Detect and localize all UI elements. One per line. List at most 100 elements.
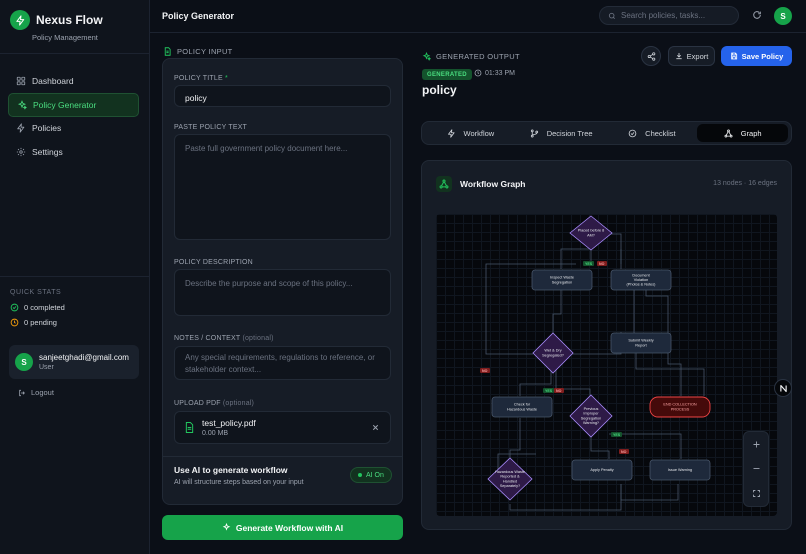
export-button[interactable]: Export [668, 46, 715, 66]
node-inspect-waste[interactable]: Inspect Waste Segregation [531, 269, 593, 291]
graph-svg: YES NO YES NO NO YES NO Placed before 8A… [480, 215, 711, 511]
graph-header: Workflow Graph [436, 176, 526, 192]
svg-text:Inspect WasteSegregation: Inspect Waste Segregation [550, 276, 574, 285]
remove-file-close-icon[interactable] [371, 423, 380, 432]
sidebar-item-dashboard[interactable]: Dashboard [8, 69, 139, 93]
edge-label-text: NO [482, 369, 488, 373]
policy-description-textarea[interactable]: Describe the purpose and scope of this p… [174, 269, 391, 316]
ai-toggle-subtitle: AI will structure steps based on your in… [174, 479, 304, 486]
svg-text:Wet & DrySegregated?: Wet & Dry Segregated? [542, 349, 564, 358]
user-role: User [39, 364, 54, 371]
file-icon [185, 422, 194, 433]
edge [590, 436, 610, 459]
sparkle-icon [17, 99, 27, 110]
edge-label-text: YES [545, 389, 553, 393]
edge [609, 433, 682, 459]
node-decision-placed-before[interactable]: Placed before 8 AM? [569, 215, 613, 251]
sidebar-item-policies[interactable]: Policies [8, 116, 139, 140]
node-end-collection[interactable]: END COLLECTION PROCESS [649, 396, 711, 418]
edge-label-text: NO [621, 450, 627, 454]
generated-output-label: GENERATED OUTPUT [422, 52, 520, 61]
upload-pdf-label: UPLOAD PDF (optional) [174, 400, 255, 407]
branch-icon [530, 129, 539, 138]
quick-stats: QUICK STATS 0 completed 0 pending [0, 276, 149, 333]
clock-icon [474, 69, 482, 77]
save-policy-button[interactable]: Save Policy [721, 46, 792, 66]
divider [163, 456, 402, 457]
user-card[interactable]: S sanjeetghadi@gmail.com User [9, 345, 139, 379]
edge [552, 290, 562, 334]
node-check-hazardous[interactable]: Check for Hazardous Waste [491, 396, 553, 418]
check-circle-icon [628, 129, 637, 138]
node-decision-hazardous-reported[interactable]: Hazardous Waste Reported & Handled Separate… [487, 457, 533, 501]
clock-icon [10, 318, 19, 327]
tab-checklist[interactable]: Checklist [607, 124, 698, 142]
zoom-in-button[interactable] [749, 437, 763, 451]
network-icon [724, 129, 733, 138]
sparkle-icon [222, 523, 231, 532]
status-badge: GENERATED [422, 69, 472, 80]
tab-graph[interactable]: Graph [697, 124, 788, 142]
lightning-logo-icon [10, 10, 30, 30]
sidebar-item-settings[interactable]: Settings [8, 140, 139, 164]
edge [620, 484, 679, 501]
sidebar-item-policy-generator[interactable]: Policy Generator [8, 92, 139, 117]
refresh-icon[interactable] [752, 10, 762, 20]
policy-description-label: POLICY DESCRIPTION [174, 259, 253, 266]
graph-stats: 13 nodes · 16 edges [713, 180, 777, 187]
file-name: test_policy.pdf [202, 418, 256, 428]
zap-icon [447, 128, 456, 138]
policy-title-input[interactable]: policy [174, 85, 391, 107]
policy-title-label: POLICY TITLE * [174, 75, 228, 82]
app-name: Nexus Flow [36, 13, 103, 27]
edge [635, 352, 705, 396]
n-logo-icon [779, 384, 787, 392]
stat-pending: 0 pending [10, 318, 139, 327]
check-circle-icon [10, 303, 19, 312]
sidebar-nav: Dashboard Policy Generator Policies Sett… [0, 54, 149, 164]
logout-icon [18, 389, 26, 397]
ai-toggle[interactable]: AI On [350, 467, 392, 483]
tab-workflow[interactable]: Workflow [425, 124, 516, 142]
graph-canvas[interactable]: YES NO YES NO NO YES NO Placed before 8A… [436, 214, 777, 516]
quick-stats-title: QUICK STATS [10, 289, 62, 296]
graph-title: Workflow Graph [460, 179, 526, 189]
paste-policy-label: PASTE POLICY TEXT [174, 124, 248, 131]
output-title: policy [422, 83, 457, 97]
logout-button[interactable]: Logout [18, 388, 54, 397]
svg-text:Apply Penalty: Apply Penalty [590, 468, 613, 472]
node-apply-penalty[interactable]: Apply Penalty [571, 459, 633, 481]
node-document-violation[interactable]: Document Violation (Photos & Notes) [610, 269, 672, 291]
workflow-graph-card: Workflow Graph 13 nodes · 16 edges YES N… [421, 160, 792, 530]
plus-icon [753, 441, 759, 448]
assistant-button[interactable] [774, 379, 792, 397]
notes-textarea[interactable]: Any special requirements, regulations to… [174, 346, 391, 380]
edge-label-text: YES [585, 262, 593, 266]
node-decision-previous-warning[interactable]: Previous Improper Segregation Warning? [569, 394, 613, 438]
node-issue-warning[interactable]: Issue Warning [649, 459, 711, 481]
status-dot-icon [358, 473, 362, 477]
edge-label-text: NO [599, 262, 605, 266]
fit-view-button[interactable] [749, 487, 763, 501]
tab-decision-tree[interactable]: Decision Tree [516, 124, 607, 142]
sidebar: Nexus Flow Policy Management Dashboard P… [0, 0, 150, 554]
node-submit-report[interactable]: Submit Weekly Report [610, 332, 672, 354]
policy-input-label: POLICY INPUT [163, 47, 233, 56]
file-size: 0.00 MB [202, 430, 229, 437]
search-input[interactable] [621, 11, 731, 20]
paste-policy-textarea[interactable]: Paste full government policy document he… [174, 134, 391, 240]
zoom-out-button[interactable] [749, 462, 763, 476]
notes-label: NOTES / CONTEXT (optional) [174, 335, 274, 342]
grid-icon [16, 76, 26, 86]
generate-workflow-button[interactable]: Generate Workflow with AI [162, 515, 403, 540]
edge-label-text: NO [556, 389, 562, 393]
search-box[interactable] [599, 6, 739, 25]
document-icon [163, 47, 172, 56]
network-icon [436, 176, 452, 192]
share-button[interactable] [641, 46, 661, 66]
output-tabs: Workflow Decision Tree Checklist Graph [421, 121, 792, 145]
save-icon [730, 52, 738, 60]
top-avatar[interactable]: S [774, 7, 792, 25]
node-decision-wet-dry[interactable]: Wet & Dry Segregated? [532, 332, 574, 374]
sidebar-item-label: Policies [32, 123, 62, 133]
